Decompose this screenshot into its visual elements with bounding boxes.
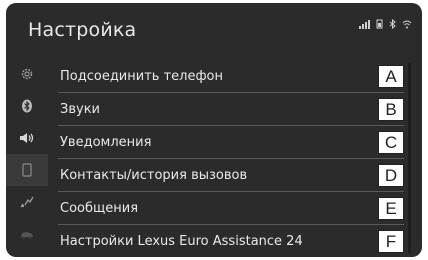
car-icon <box>21 232 33 239</box>
sidebar-item-settings[interactable] <box>6 58 48 90</box>
callout-letter: A <box>378 65 404 88</box>
callout-letter: C <box>378 131 404 154</box>
page-title: Настройка <box>28 19 137 41</box>
callout-letter: F <box>378 230 404 253</box>
scrollbar[interactable] <box>408 63 411 253</box>
sidebar-item-audio[interactable] <box>6 122 48 154</box>
sidebar-item-bluetooth[interactable] <box>6 90 48 122</box>
sidebar-item-car[interactable] <box>6 218 48 250</box>
settings-list: Подсоединить телефон A Звуки B Уведомлен… <box>58 60 404 257</box>
list-item-label: Уведомления <box>60 134 152 150</box>
list-item-label: Подсоединить телефон <box>60 68 224 84</box>
callout-letter: B <box>378 98 404 121</box>
list-item-label: Сообщения <box>60 200 139 216</box>
bluetooth-icon <box>389 19 396 29</box>
page-frame: Настройка Подсоединить телефон A Звуки B… <box>0 0 428 260</box>
list-item[interactable]: Сообщения E <box>58 192 404 225</box>
list-item[interactable]: Контакты/история вызовов D <box>58 159 404 192</box>
battery-icon <box>376 19 383 29</box>
list-item[interactable]: Подсоединить телефон A <box>58 60 404 93</box>
list-item-label: Настройки Lexus Euro Assistance 24 <box>60 233 303 249</box>
sidebar-item-messages[interactable] <box>6 186 48 218</box>
list-item[interactable]: Настройки Lexus Euro Assistance 24 F <box>58 225 404 257</box>
callout-letter: E <box>378 197 404 220</box>
sidebar <box>6 58 48 257</box>
callout-letter: D <box>378 164 404 187</box>
message-icon <box>20 196 34 208</box>
list-item[interactable]: Звуки B <box>58 93 404 126</box>
speaker-icon <box>20 133 34 143</box>
bluetooth-icon <box>22 99 32 113</box>
status-bar <box>359 19 412 29</box>
list-item[interactable]: Уведомления C <box>58 126 404 159</box>
display-screen: Настройка Подсоединить телефон A Звуки B… <box>6 3 422 257</box>
gear-icon <box>21 68 33 80</box>
signal-icon <box>359 19 370 29</box>
list-item-label: Звуки <box>60 101 100 117</box>
list-item-label: Контакты/история вызовов <box>60 167 248 183</box>
phone-icon <box>22 163 32 177</box>
sidebar-item-phone[interactable] <box>6 154 48 186</box>
wifi-icon <box>402 20 412 28</box>
